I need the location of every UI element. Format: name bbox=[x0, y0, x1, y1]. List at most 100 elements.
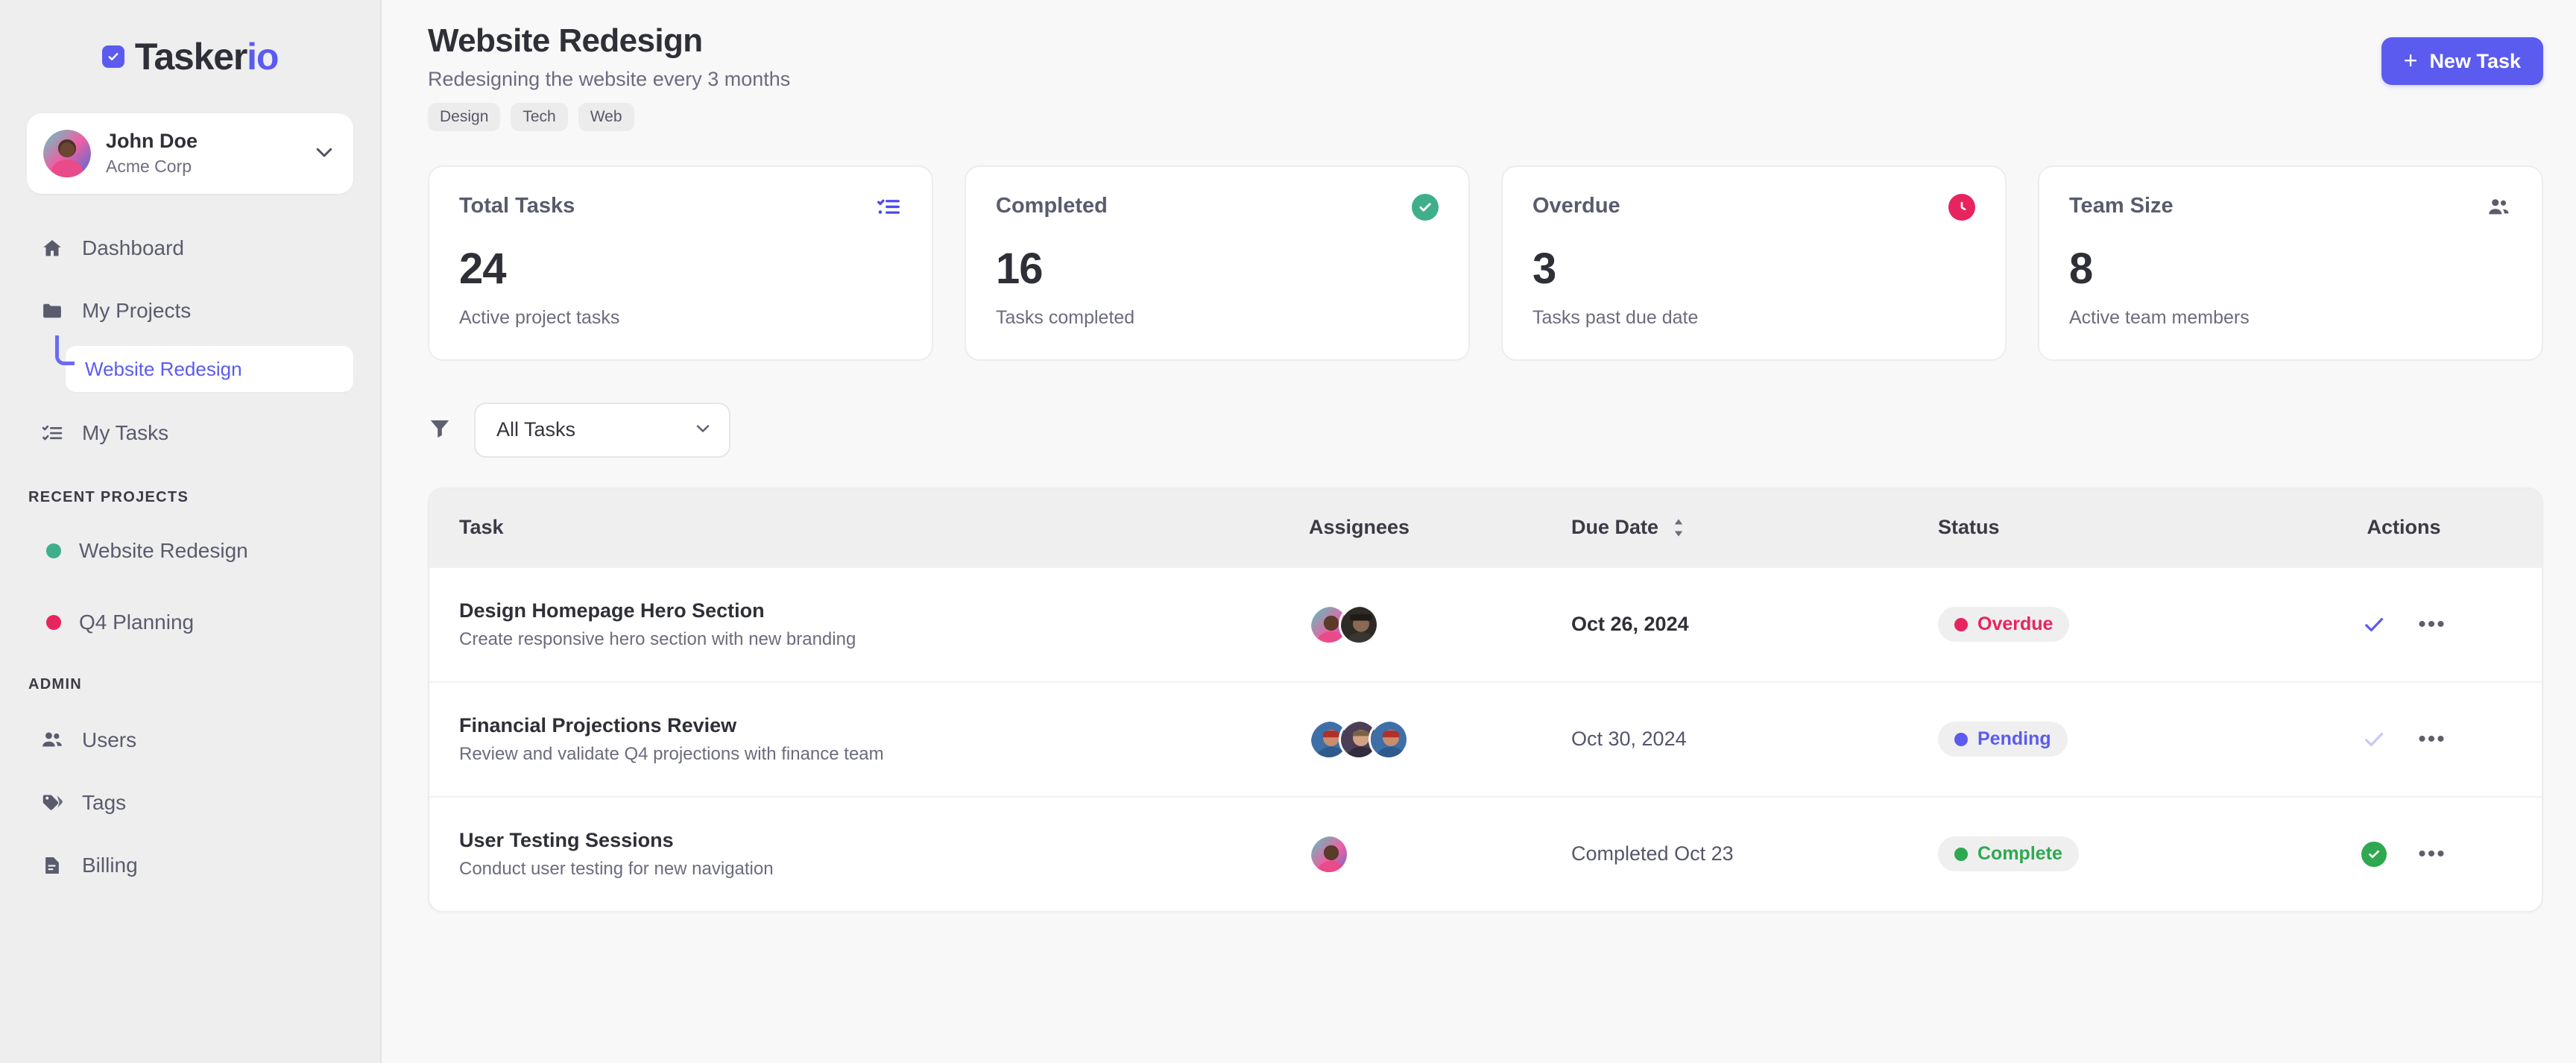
task-filter-select-wrapper: All Tasks bbox=[474, 402, 730, 458]
page-subtitle: Redesigning the website every 3 months bbox=[428, 67, 791, 90]
status-dot-icon bbox=[46, 543, 61, 558]
table-row[interactable]: Design Homepage Hero Section Create resp… bbox=[429, 566, 2542, 681]
task-description: Create responsive hero section with new … bbox=[459, 628, 856, 649]
status-dot-icon bbox=[1954, 732, 1968, 746]
tag-chip[interactable]: Design bbox=[428, 102, 501, 131]
user-meta: John Doe Acme Corp bbox=[106, 129, 298, 178]
filter-row: All Tasks bbox=[428, 402, 2543, 458]
home-icon bbox=[40, 237, 64, 259]
sort-updown-icon[interactable] bbox=[1670, 518, 1687, 537]
brand-wordmark: Taskerio bbox=[134, 36, 280, 78]
assignees-cell bbox=[1309, 604, 1571, 645]
checklist-icon bbox=[875, 194, 902, 221]
funnel-icon[interactable] bbox=[428, 416, 452, 444]
task-table: Task Assignees Due Date Status Actions D… bbox=[428, 487, 2543, 912]
stat-desc: Tasks completed bbox=[996, 306, 1135, 328]
sidebar-item-dashboard[interactable]: Dashboard bbox=[27, 227, 353, 270]
section-label-admin: Admin bbox=[28, 676, 83, 693]
tag-icon bbox=[40, 792, 64, 814]
tag-chip[interactable]: Tech bbox=[511, 102, 568, 131]
avatar bbox=[1368, 719, 1409, 760]
status-cell: Complete bbox=[1938, 836, 2266, 872]
stat-value: 16 bbox=[996, 244, 1044, 293]
user-account-switcher[interactable]: John Doe Acme Corp bbox=[27, 113, 353, 194]
column-header-due-date-label: Due Date bbox=[1571, 516, 1659, 539]
ellipsis-icon[interactable]: ••• bbox=[2418, 613, 2446, 635]
due-date-value: Oct 30, 2024 bbox=[1571, 728, 1687, 751]
stat-label: Overdue bbox=[1532, 193, 1620, 218]
avatar-group[interactable] bbox=[1309, 719, 1571, 760]
sidebar-item-website-redesign[interactable]: Website Redesign bbox=[66, 346, 353, 392]
check-circle-icon[interactable] bbox=[2361, 841, 2387, 867]
table-row[interactable]: Financial Projections Review Review and … bbox=[429, 681, 2542, 796]
status-dot-icon bbox=[46, 615, 61, 630]
column-header-task[interactable]: Task bbox=[429, 516, 1309, 539]
users-icon bbox=[2485, 194, 2512, 221]
brand-logo[interactable]: Taskerio bbox=[27, 0, 353, 113]
sidebar-project-label: Q4 Planning bbox=[79, 611, 195, 634]
avatar-group[interactable] bbox=[1309, 604, 1571, 645]
new-task-button[interactable]: + New Task bbox=[2381, 37, 2543, 85]
avatar bbox=[1309, 833, 1349, 874]
task-name: User Testing Sessions bbox=[459, 828, 674, 851]
avatar-group[interactable] bbox=[1309, 833, 1571, 874]
status-cell: Overdue bbox=[1938, 607, 2266, 643]
table-row[interactable]: User Testing Sessions Conduct user testi… bbox=[429, 795, 2542, 911]
checklist-icon bbox=[40, 422, 64, 444]
check-icon[interactable] bbox=[2361, 612, 2387, 637]
status-label: Overdue bbox=[1977, 613, 2053, 635]
stat-cards: Total Tasks 24 Active project tasks Comp… bbox=[428, 165, 2543, 361]
sidebar-project-q4-planning[interactable]: Q4 Planning bbox=[27, 603, 353, 642]
folder-icon bbox=[40, 300, 64, 322]
ellipsis-icon[interactable]: ••• bbox=[2418, 842, 2446, 865]
app-root: Taskerio John Doe Acme Corp Dashboard My… bbox=[0, 0, 2576, 1063]
column-header-assignees[interactable]: Assignees bbox=[1309, 516, 1571, 539]
stat-card-overdue: Overdue 3 Tasks past due date bbox=[1501, 165, 2007, 361]
task-cell: User Testing Sessions Conduct user testi… bbox=[429, 829, 1309, 880]
column-header-due-date[interactable]: Due Date bbox=[1571, 516, 1938, 539]
sidebar-project-website-redesign[interactable]: Website Redesign bbox=[27, 532, 353, 570]
brand-name-accent: io bbox=[247, 36, 279, 78]
sidebar-item-tags[interactable]: Tags bbox=[27, 781, 353, 824]
task-filter-select[interactable]: All Tasks bbox=[474, 402, 730, 458]
table-header-row: Task Assignees Due Date Status Actions bbox=[429, 488, 2542, 567]
sidebar-item-users[interactable]: Users bbox=[27, 719, 353, 762]
stat-desc: Tasks past due date bbox=[1532, 306, 1699, 328]
assignees-cell bbox=[1309, 719, 1571, 760]
sidebar-item-label: Billing bbox=[82, 854, 138, 877]
new-task-label: New Task bbox=[2429, 49, 2521, 72]
sidebar-item-my-tasks[interactable]: My Tasks bbox=[27, 411, 353, 455]
column-header-status[interactable]: Status bbox=[1938, 516, 2266, 539]
stat-value: 8 bbox=[2069, 244, 2093, 293]
chevron-down-icon[interactable] bbox=[693, 418, 713, 441]
sidebar-item-billing[interactable]: Billing bbox=[27, 844, 353, 887]
page-title: Website Redesign bbox=[428, 22, 703, 59]
chevron-down-icon[interactable] bbox=[313, 141, 335, 167]
task-cell: Financial Projections Review Review and … bbox=[429, 714, 1309, 765]
stat-card-team-size: Team Size 8 Active team members bbox=[2038, 165, 2543, 361]
due-date-value: Completed Oct 23 bbox=[1571, 842, 1734, 865]
tag-chip[interactable]: Web bbox=[578, 102, 634, 131]
sidebar-item-label: My Tasks bbox=[82, 421, 169, 444]
status-cell: Pending bbox=[1938, 722, 2266, 757]
status-dot-icon bbox=[1954, 847, 1968, 861]
sidebar: Taskerio John Doe Acme Corp Dashboard My… bbox=[0, 0, 382, 1063]
page-header: Website Redesign Redesigning the website… bbox=[428, 0, 2543, 131]
users-icon bbox=[40, 728, 64, 752]
task-cell: Design Homepage Hero Section Create resp… bbox=[429, 599, 1309, 650]
invoice-icon bbox=[40, 855, 64, 876]
actions-cell: ••• bbox=[2266, 841, 2542, 867]
sidebar-item-label: Tags bbox=[82, 791, 127, 814]
stat-desc: Active project tasks bbox=[459, 306, 620, 328]
task-description: Review and validate Q4 projections with … bbox=[459, 743, 884, 764]
ellipsis-icon[interactable]: ••• bbox=[2418, 728, 2446, 750]
assignees-cell bbox=[1309, 833, 1571, 874]
stat-value: 24 bbox=[459, 244, 507, 293]
check-icon[interactable] bbox=[2361, 727, 2387, 752]
brand-name-dark: Tasker bbox=[134, 36, 248, 78]
column-header-actions: Actions bbox=[2367, 516, 2441, 539]
sidebar-item-my-projects[interactable]: My Projects bbox=[27, 289, 353, 332]
stat-value: 3 bbox=[1532, 244, 1556, 293]
stat-card-completed: Completed 16 Tasks completed bbox=[965, 165, 1470, 361]
tag-row: Design Tech Web bbox=[428, 102, 2381, 131]
